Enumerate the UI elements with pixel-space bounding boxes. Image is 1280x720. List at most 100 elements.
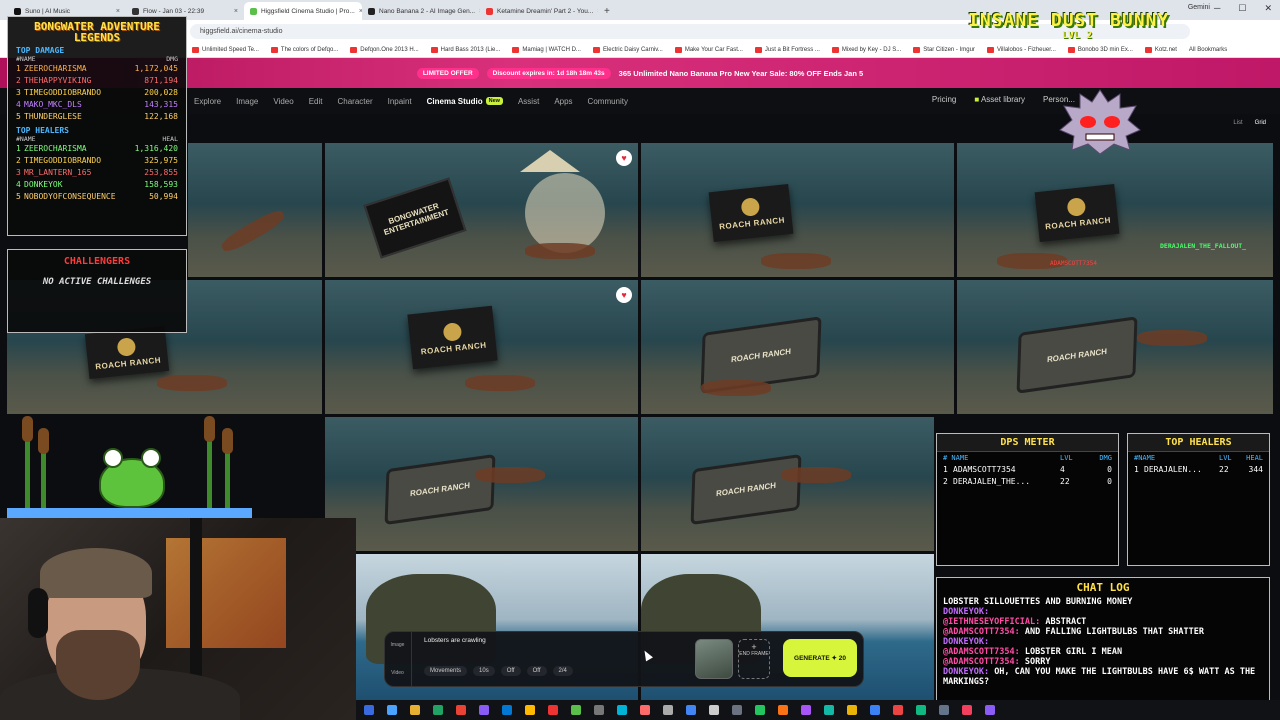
nav-label: Cinema Studio — [426, 96, 483, 106]
new-tab-button[interactable]: + — [598, 6, 616, 20]
chat-user: @IETHNESEYOFFICIAL: — [943, 617, 1046, 627]
favorite-heart-icon[interactable]: ♥ — [616, 287, 632, 303]
dps-meter-panel: DPS METER # NAME LVL DMG 1 ADAMSCOTT7354 4 0 2… — [936, 433, 1119, 566]
nav-image[interactable]: Image — [236, 97, 258, 106]
taskbar-app-icon[interactable] — [663, 705, 673, 715]
player-name: DONKEYOK — [24, 180, 63, 189]
taskbar-app-icon[interactable] — [778, 705, 788, 715]
taskbar-app-icon[interactable] — [893, 705, 903, 715]
damage-rows: 1 ZEEROCHARISMA 1,172,045 2 THEHAPPYVIKING 87… — [8, 63, 186, 123]
bookmark-label: Electric Daisy Carniv... — [602, 46, 663, 53]
generated-image[interactable]: ROACH RANCH — [957, 143, 1273, 277]
bookmark[interactable]: Defqon.One 2013 H... — [350, 46, 419, 53]
taskbar-app-icon[interactable] — [502, 705, 512, 715]
promo-banner[interactable]: LIMITED OFFER Discount expires in: 1d 18… — [0, 58, 1280, 88]
mode-image[interactable]: Image — [391, 642, 405, 648]
bookmark[interactable]: Unlimited Speed Te... — [192, 46, 259, 53]
taskbar-app-icon[interactable] — [387, 705, 397, 715]
end-frame-slot[interactable]: + END FRAME — [738, 639, 770, 679]
generated-image[interactable]: ROACH RANCH — [325, 280, 638, 414]
nav-video[interactable]: Video — [273, 97, 293, 106]
player-name: TIMEGODDIOBRANDO — [24, 156, 102, 165]
taskbar-app-icon[interactable] — [916, 705, 926, 715]
taskbar-app-icon[interactable] — [962, 705, 972, 715]
browser-tab[interactable]: Ketamine Dreamin' Part 2 - You...× — [480, 2, 598, 20]
asset-library-button[interactable]: ■ Asset library — [974, 95, 1025, 104]
nav-inpaint[interactable]: Inpaint — [388, 97, 412, 106]
taskbar-app-icon[interactable] — [479, 705, 489, 715]
view-grid[interactable]: Grid — [1255, 120, 1266, 126]
option-toggle[interactable]: Off — [526, 666, 547, 676]
bookmark[interactable]: Star Citizen - Imgur — [913, 46, 975, 53]
taskbar-app-icon[interactable] — [571, 705, 581, 715]
nav-edit[interactable]: Edit — [309, 97, 323, 106]
bookmark[interactable]: Kotz.net — [1144, 46, 1177, 53]
taskbar-app-icon[interactable] — [985, 705, 995, 715]
taskbar-app-icon[interactable] — [686, 705, 696, 715]
bookmark[interactable]: Electric Daisy Carniv... — [592, 46, 663, 53]
score: 158,593 — [144, 180, 178, 189]
all-bookmarks[interactable]: All Bookmarks — [1189, 47, 1227, 53]
pricing-link[interactable]: Pricing — [932, 95, 956, 104]
tab-favicon-icon — [14, 7, 21, 15]
generated-image[interactable]: ROACH RANCH — [641, 280, 954, 414]
taskbar-app-icon[interactable] — [755, 705, 765, 715]
prompt-input[interactable]: Lobsters are crawling — [424, 637, 486, 644]
taskbar-app-icon[interactable] — [824, 705, 834, 715]
taskbar-app-icon[interactable] — [640, 705, 650, 715]
taskbar-app-icon[interactable] — [456, 705, 466, 715]
bookmark[interactable]: Villalobos - Fizheuer... — [986, 46, 1056, 53]
generated-image[interactable]: ROACH RANCH — [325, 417, 638, 551]
mode-video[interactable]: Video — [391, 670, 404, 676]
favorite-heart-icon[interactable]: ♥ — [616, 150, 632, 166]
close-icon[interactable]: × — [116, 8, 120, 15]
taskbar-app-icon[interactable] — [732, 705, 742, 715]
generated-image[interactable]: ROACH RANCH — [641, 417, 934, 551]
duration-button[interactable]: 10s — [473, 666, 495, 676]
taskbar-app-icon[interactable] — [594, 705, 604, 715]
taskbar-app-icon[interactable] — [939, 705, 949, 715]
bookmark[interactable]: The colors of Defqo... — [270, 46, 338, 53]
nav-apps[interactable]: Apps — [554, 97, 572, 106]
browser-tab-active[interactable]: Higgsfield Cinema Studio | Pro... × — [244, 2, 362, 20]
minimize-icon[interactable]: ─ — [1214, 3, 1220, 14]
generated-image[interactable]: ROACH RANCH — [957, 280, 1273, 414]
taskbar-app-icon[interactable] — [410, 705, 420, 715]
bookmark[interactable]: Hard Bass 2013 (Lie... — [430, 46, 500, 53]
movements-button[interactable]: Movements — [424, 666, 468, 676]
taskbar-app-icon[interactable] — [525, 705, 535, 715]
taskbar-app-icon[interactable] — [801, 705, 811, 715]
nav-assist[interactable]: Assist — [518, 97, 539, 106]
start-frame-thumbnail[interactable] — [695, 639, 733, 679]
taskbar-app-icon[interactable] — [433, 705, 443, 715]
generated-image[interactable]: ROACH RANCH — [641, 143, 954, 277]
nav-community[interactable]: Community — [588, 97, 628, 106]
nav-explore[interactable]: Explore — [194, 97, 221, 106]
bookmark[interactable]: Mixed by Key - DJ S... — [831, 46, 901, 53]
close-icon[interactable]: × — [234, 8, 238, 15]
maximize-icon[interactable]: ☐ — [1238, 3, 1246, 14]
gemini-button[interactable]: Gemini — [1188, 4, 1210, 11]
taskbar-app-icon[interactable] — [364, 705, 374, 715]
bookmark[interactable]: Make Your Car Fast... — [674, 46, 743, 53]
close-window-icon[interactable]: ✕ — [1264, 3, 1272, 14]
bookmark[interactable]: Just a Bit Fortress ... — [754, 46, 820, 53]
taskbar-app-icon[interactable] — [847, 705, 857, 715]
taskbar-app-icon[interactable] — [617, 705, 627, 715]
audio-toggle[interactable]: Off — [500, 666, 521, 676]
nav-cinema-studio[interactable]: Cinema Studio New — [426, 96, 503, 106]
view-list[interactable]: List — [1233, 120, 1242, 126]
bookmark-label: Villalobos - Fizheuer... — [996, 46, 1056, 53]
chat-line: DONKEYOK: — [937, 607, 1269, 617]
chat-message: LOBSTER GIRL I MEAN — [1024, 647, 1123, 657]
generated-image[interactable] — [188, 143, 322, 277]
taskbar-app-icon[interactable] — [870, 705, 880, 715]
taskbar-app-icon[interactable] — [548, 705, 558, 715]
taskbar-app-icon[interactable] — [709, 705, 719, 715]
nav-character[interactable]: Character — [337, 97, 372, 106]
count-stepper[interactable]: 2/4 — [552, 666, 573, 676]
bookmark[interactable]: Mamiag | WATCH D... — [512, 46, 581, 53]
generate-button[interactable]: GENERATE ✦ 20 — [783, 639, 857, 677]
bookmark[interactable]: Bonobo 3D min Ex... — [1067, 46, 1133, 53]
browser-tab[interactable]: Nano Banana 2 - AI Image Gen...× — [362, 2, 480, 20]
